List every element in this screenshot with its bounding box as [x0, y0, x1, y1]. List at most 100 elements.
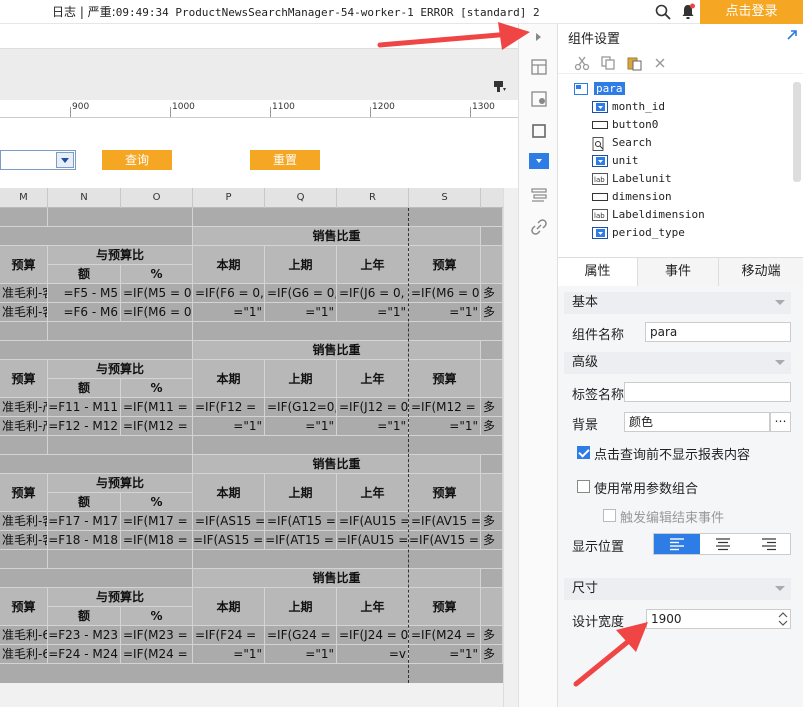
hide-before-query-checkbox[interactable] — [577, 446, 590, 459]
collapse-arrow-icon[interactable] — [532, 28, 546, 46]
align-right-button[interactable] — [746, 534, 792, 554]
sheet-cell[interactable]: 与预算比 — [48, 588, 193, 607]
tree-item[interactable]: lab Labeldimension — [592, 206, 705, 224]
sheet-cell[interactable]: ="1" — [265, 303, 337, 322]
query-button[interactable]: 查询 — [102, 150, 172, 170]
search-icon[interactable] — [655, 4, 671, 20]
section-basic[interactable]: 基本 — [564, 292, 791, 314]
sheet-cell[interactable]: 准毛利-客 — [0, 512, 48, 531]
sheet-cell[interactable]: 多 — [481, 398, 503, 417]
sheet-cell[interactable]: % — [121, 265, 193, 284]
sheet-cell[interactable]: 预算 — [409, 360, 481, 398]
sheet-cell[interactable]: 多 — [481, 626, 503, 645]
sheet-cell[interactable]: =IF(M5 = 0, — [121, 284, 193, 303]
sheet-cell[interactable]: =IF(M6 = 0, — [121, 303, 193, 322]
sheet-cell[interactable]: 本期 — [193, 474, 265, 512]
bell-icon[interactable] — [680, 3, 696, 20]
tree-item[interactable]: dimension — [592, 188, 672, 206]
sheet-cell[interactable]: ="1" — [337, 303, 409, 322]
sheet-cell[interactable]: 销售比重 — [193, 341, 481, 360]
tree-item[interactable]: Search — [592, 134, 652, 152]
tree-item[interactable]: month_id — [592, 98, 665, 116]
sheet-cell[interactable]: ="1" — [265, 417, 337, 436]
column-header[interactable]: N — [48, 188, 121, 208]
sheet-cell[interactable] — [481, 474, 503, 512]
column-header[interactable]: R — [337, 188, 409, 208]
sheet-cell[interactable]: =IF(AT15 = — [265, 531, 337, 550]
sheet-cell[interactable]: 额 — [48, 607, 121, 626]
sheet-cell[interactable]: =F24 - M24 — [48, 645, 121, 664]
sheet-cell[interactable]: ="1" — [409, 303, 481, 322]
sheet-cell[interactable]: =IF(J12 = 0, — [337, 398, 409, 417]
sheet-cell[interactable] — [481, 588, 503, 626]
sheet-cell[interactable]: 预算 — [0, 588, 48, 626]
sheet-cell[interactable]: =IF(M24 = — [121, 645, 193, 664]
tag-name-input[interactable] — [624, 382, 791, 402]
sheet-cell[interactable] — [0, 227, 193, 246]
sheet-cell[interactable]: 额 — [48, 379, 121, 398]
sheet-cell[interactable]: =IF(F6 = 0, — [193, 284, 265, 303]
sheet-cell[interactable]: ="1" — [193, 645, 265, 664]
sheet-cell[interactable]: =IF(AS15 = — [193, 531, 265, 550]
sheet-cell[interactable]: 上期 — [265, 246, 337, 284]
sheet-cell[interactable]: =F6 - M6 — [48, 303, 121, 322]
sheet-cell[interactable]: 多 — [481, 303, 503, 322]
sheet-cell[interactable]: ="1" — [193, 417, 265, 436]
tree-item[interactable]: period_type — [592, 224, 685, 242]
sheet-cell[interactable]: =IF(M12 = — [409, 398, 481, 417]
sheet-cell[interactable]: 上年 — [337, 474, 409, 512]
sheet-cell[interactable]: =IF(G12=0, — [265, 398, 337, 417]
sheet-cell[interactable]: =IF(J6 = 0, — [337, 284, 409, 303]
sheet-cell[interactable]: 多 — [481, 417, 503, 436]
widget-tree[interactable]: para month_id button0 Search unit lab Labeluni… — [558, 76, 803, 248]
widget-settings-icon[interactable] — [528, 152, 550, 170]
sheet-cell[interactable] — [193, 550, 503, 569]
sheet-cell[interactable]: =IF(G24 = — [265, 626, 337, 645]
sheet-cell[interactable]: 销售比重 — [193, 455, 481, 474]
sheet-cell[interactable] — [481, 360, 503, 398]
sheet-cell[interactable]: =IF(F24 = — [193, 626, 265, 645]
sheet-cell[interactable] — [0, 455, 193, 474]
sheet-cell[interactable] — [48, 322, 193, 341]
sheet-cell[interactable] — [48, 208, 193, 227]
sheet-cell[interactable]: 准毛利-产 — [0, 398, 48, 417]
tree-scrollbar[interactable] — [793, 82, 801, 182]
sheet-cell[interactable]: =F23 - M23 — [48, 626, 121, 645]
sheet-cell[interactable]: 准毛利-6S — [0, 626, 48, 645]
dropdown-arrow-icon[interactable] — [56, 152, 74, 168]
sheet-cell[interactable]: =IF(AV15 = — [409, 512, 481, 531]
sheet-cell[interactable]: 额 — [48, 493, 121, 512]
sheet-cell[interactable]: =IF(G6 = 0, — [265, 284, 337, 303]
align-center-button[interactable] — [700, 534, 746, 554]
stepper-icon[interactable] — [776, 610, 790, 628]
column-header[interactable]: O — [121, 188, 193, 208]
sheet-cell[interactable]: =IF(AU15 = — [337, 531, 409, 550]
sheet-cell[interactable]: 上年 — [337, 360, 409, 398]
sheet-cell[interactable]: 预算 — [409, 588, 481, 626]
column-header[interactable]: S — [409, 188, 481, 208]
expand-icon[interactable] — [786, 29, 798, 41]
sheet-cell[interactable]: % — [121, 493, 193, 512]
sheet-cell[interactable]: =IF(AT15 = — [265, 512, 337, 531]
sheet-cell[interactable] — [0, 550, 48, 569]
sheet-cell[interactable] — [481, 341, 503, 360]
trigger-on-edit-checkbox[interactable] — [603, 509, 616, 522]
sheet-cell[interactable]: 本期 — [193, 360, 265, 398]
paste-icon[interactable] — [626, 55, 642, 71]
sheet-cell[interactable]: 多 — [481, 512, 503, 531]
sheet-cell[interactable]: =IF(M24 = — [409, 626, 481, 645]
design-width-input[interactable]: 1900 — [646, 609, 791, 629]
sheet-cell[interactable] — [48, 550, 193, 569]
sheet-cell[interactable] — [48, 436, 193, 455]
tree-item[interactable]: lab Labelunit — [592, 170, 672, 188]
tab-events[interactable]: 事件 — [638, 258, 719, 286]
sheet-cell[interactable]: =F12 - M12 — [48, 417, 121, 436]
sheet-cell[interactable]: 预算 — [409, 474, 481, 512]
column-header[interactable]: M — [0, 188, 48, 208]
sheet-cell[interactable]: 准毛利-客 — [0, 284, 48, 303]
sheet-cell[interactable]: =F18 - M18 — [48, 531, 121, 550]
sheet-cell[interactable]: 上期 — [265, 360, 337, 398]
sheet-cell[interactable]: 准毛利-客 — [0, 531, 48, 550]
sheet-cell[interactable]: 销售比重 — [193, 227, 481, 246]
parameter-combo[interactable] — [0, 150, 76, 170]
